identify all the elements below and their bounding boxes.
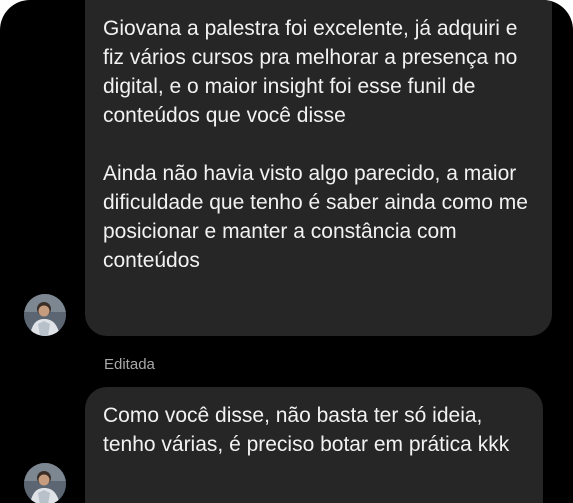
user-avatar-icon [24,294,66,336]
user-avatar-icon [24,463,66,503]
edited-label: Editada [104,356,155,373]
message-bubble[interactable]: Como você disse, não basta ter só ideia,… [85,387,543,503]
message-bubble[interactable]: Giovana a palestra foi excelente, já adq… [85,0,552,336]
avatar[interactable] [24,294,66,336]
message-text: Como você disse, não basta ter só ideia,… [103,404,510,456]
avatar[interactable] [24,463,66,503]
chat-thread: Giovana a palestra foi excelente, já adq… [0,0,573,503]
message-text: Giovana a palestra foi excelente, já adq… [103,17,518,127]
message-text: Ainda não havia visto algo parecido, a m… [103,162,528,272]
